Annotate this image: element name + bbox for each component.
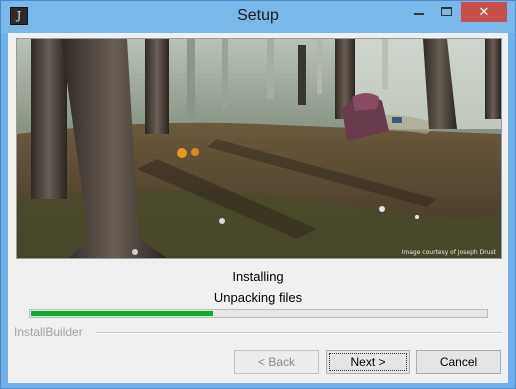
install-progress-bar (29, 309, 488, 318)
title-bar[interactable]: J Setup ✕ (1, 1, 515, 33)
banner-image: Image courtesy of Joseph Drust (16, 38, 502, 259)
minimize-button[interactable] (405, 2, 433, 22)
back-button[interactable]: < Back (234, 350, 319, 374)
brand-label: InstallBuilder (14, 325, 83, 339)
setup-window: J Setup ✕ Image courtesy of Joseph Drust… (0, 0, 516, 389)
image-credit: Image courtesy of Joseph Drust (401, 249, 496, 256)
minimize-icon (414, 13, 424, 15)
close-icon: ✕ (478, 4, 490, 19)
progress-fill (31, 311, 213, 316)
next-button[interactable]: Next > (326, 350, 410, 374)
close-button[interactable]: ✕ (461, 2, 507, 22)
maximize-icon (441, 7, 452, 16)
wizard-body: Image courtesy of Joseph Drust Installin… (8, 33, 508, 383)
status-title: Installing (232, 269, 284, 284)
maximize-button[interactable] (433, 2, 460, 22)
focus-ring (329, 353, 407, 371)
status-detail: Unpacking files (213, 290, 303, 305)
brand-divider (96, 332, 502, 334)
cancel-button[interactable]: Cancel (416, 350, 501, 374)
forest-scene (17, 39, 501, 258)
